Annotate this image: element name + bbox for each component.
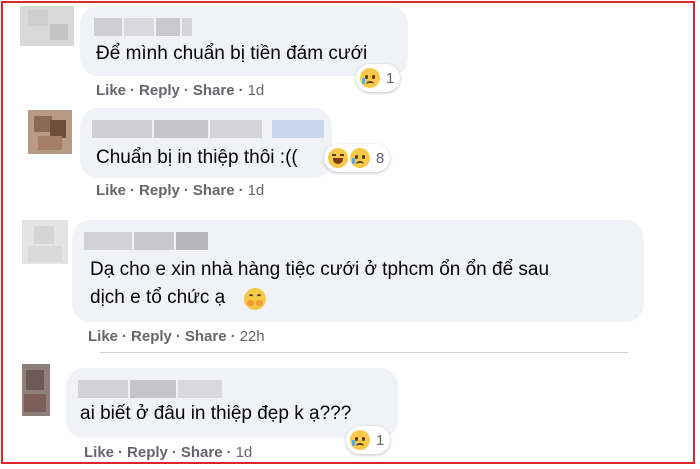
reaction-count: 1	[386, 69, 395, 87]
comment-text: Chuẩn bị in thiệp thôi :((	[96, 147, 298, 168]
comment-bubble: Dạ cho e xin nhà hàng tiệc cưới ở tphcm …	[72, 220, 644, 322]
comment-actions: Like · Reply · Share · 1d	[84, 443, 253, 461]
avatar[interactable]	[22, 364, 50, 416]
comment-bubble: ai biết ở đâu in thiệp đẹp k ạ???	[66, 368, 398, 438]
sad-icon	[360, 68, 380, 88]
like-button[interactable]: Like	[96, 82, 126, 99]
blurred-author-name[interactable]	[92, 120, 324, 138]
reply-button[interactable]: Reply	[127, 444, 168, 461]
comment-actions: Like · Reply · Share · 22h	[88, 327, 265, 345]
share-button[interactable]: Share	[193, 82, 235, 99]
reply-button[interactable]: Reply	[139, 82, 180, 99]
reaction-summary[interactable]: 1	[356, 64, 401, 92]
hugging-face-icon	[244, 288, 266, 310]
share-button[interactable]: Share	[181, 444, 223, 461]
avatar[interactable]	[22, 220, 68, 264]
comment-text: ai biết ở đâu in thiệp đẹp k ạ???	[80, 403, 352, 424]
like-button[interactable]: Like	[84, 444, 114, 461]
comment-text: Dạ cho e xin nhà hàng tiệc cưới ở tphcm …	[90, 259, 550, 280]
blurred-author-name[interactable]	[84, 232, 224, 250]
comment-actions: Like · Reply · Share · 1d	[96, 181, 265, 199]
reaction-count: 1	[376, 431, 385, 449]
timestamp[interactable]: 1d	[248, 82, 265, 99]
avatar[interactable]	[20, 6, 74, 46]
sad-icon	[350, 430, 370, 450]
share-button[interactable]: Share	[193, 182, 235, 199]
comment-bubble: Chuẩn bị in thiệp thôi :((	[80, 108, 332, 178]
timestamp[interactable]: 1d	[248, 182, 265, 199]
blurred-author-name[interactable]	[78, 380, 228, 398]
divider	[100, 352, 628, 353]
blurred-author-name[interactable]	[94, 18, 194, 36]
reply-button[interactable]: Reply	[131, 328, 172, 345]
comment-text: dịch e tổ chức ạ	[90, 287, 226, 308]
comment-text: Để mình chuẩn bị tiền đám cưới	[96, 43, 368, 64]
reaction-summary[interactable]: 1	[346, 426, 391, 454]
timestamp[interactable]: 22h	[240, 328, 265, 345]
comment-actions: Like · Reply · Share · 1d	[96, 81, 265, 99]
share-button[interactable]: Share	[185, 328, 227, 345]
reaction-count: 8	[376, 149, 385, 167]
reaction-summary[interactable]: 8	[324, 144, 391, 172]
avatar[interactable]	[28, 110, 72, 154]
reply-button[interactable]: Reply	[139, 182, 180, 199]
comment-bubble: Để mình chuẩn bị tiền đám cưới	[80, 6, 408, 76]
timestamp[interactable]: 1d	[236, 444, 253, 461]
like-button[interactable]: Like	[96, 182, 126, 199]
haha-icon	[328, 148, 348, 168]
like-button[interactable]: Like	[88, 328, 118, 345]
sad-icon	[350, 148, 370, 168]
